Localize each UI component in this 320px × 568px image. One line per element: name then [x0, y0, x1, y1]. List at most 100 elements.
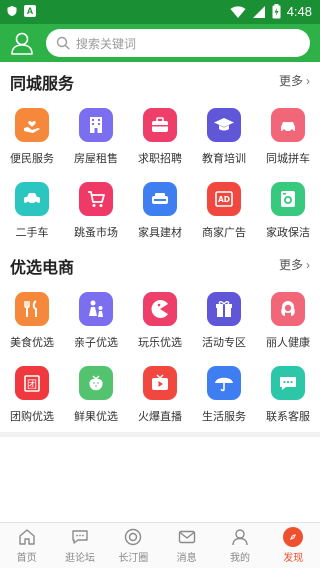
app-notification-icon: A — [24, 5, 36, 17]
more-link-local-services[interactable]: 更多 › — [279, 72, 310, 89]
tile-label: 联系客服 — [266, 411, 310, 423]
grid-item[interactable]: 便民服务 — [0, 100, 64, 174]
chat-bubble-icon — [280, 377, 296, 390]
grid-item[interactable]: 火爆直播 — [128, 358, 192, 432]
strawberry-icon — [89, 375, 103, 391]
mail-icon — [178, 530, 195, 544]
grid-item[interactable]: AD 商家广告 — [192, 174, 256, 248]
tile — [79, 292, 113, 326]
tile — [207, 108, 241, 142]
tile — [271, 108, 305, 142]
tile — [143, 108, 177, 142]
sofa-icon — [152, 193, 168, 204]
app-header: 搜索关键词 — [0, 24, 320, 62]
tile-label: 跳蚤市场 — [74, 227, 118, 239]
more-link-ecommerce[interactable]: 更多 › — [279, 256, 310, 273]
tile-label: 家具建材 — [138, 227, 182, 239]
tab-mail[interactable]: 消息 — [160, 523, 213, 568]
grid-item[interactable]: 家具建材 — [128, 174, 192, 248]
search-input[interactable]: 搜索关键词 — [46, 29, 310, 57]
tile — [15, 182, 49, 216]
tile-label: 团购优选 — [10, 411, 54, 423]
building-icon — [90, 117, 102, 133]
ad-icon: AD — [215, 191, 233, 207]
tab-label: 消息 — [176, 553, 197, 564]
tile — [271, 366, 305, 400]
tab-discover[interactable]: 发现 — [267, 523, 320, 568]
signal-icon — [252, 5, 265, 18]
tile-label: 求职招聘 — [138, 153, 182, 165]
tab-label: 我的 — [229, 553, 250, 564]
tile — [271, 292, 305, 326]
grid-item[interactable]: 生活服务 — [192, 358, 256, 432]
tile — [143, 366, 177, 400]
svg-text:AD: AD — [218, 195, 230, 204]
tile — [143, 182, 177, 216]
tile — [143, 292, 177, 326]
circle-icon — [125, 528, 142, 546]
tile-label: 美食优选 — [10, 337, 54, 349]
woman-icon — [281, 301, 295, 316]
grid-item[interactable]: 亲子优选 — [64, 284, 128, 358]
graduation-cap-icon — [214, 118, 234, 131]
grid-item[interactable]: 二手车 — [0, 174, 64, 248]
shield-icon — [7, 6, 17, 16]
tile-label: 火爆直播 — [138, 411, 182, 423]
tile-label: 同城拼车 — [266, 153, 310, 165]
used-car-icon — [24, 193, 40, 206]
tab-label: 长汀圈 — [118, 553, 149, 564]
tile: AD — [207, 182, 241, 216]
chevron-right-icon: › — [306, 73, 310, 88]
user-icon[interactable] — [8, 29, 36, 57]
grid-item[interactable]: 同城拼车 — [256, 100, 320, 174]
tile-label: 便民服务 — [10, 153, 54, 165]
tab-forum[interactable]: 逛论坛 — [53, 523, 106, 568]
ecommerce-grid: 美食优选 亲子优选 玩乐优选 活动专区 丽人健康团团购优选 鲜果优选 火爆直播 生活服务 联系客… — [0, 284, 320, 432]
section-divider — [0, 432, 320, 437]
battery-icon — [272, 4, 281, 19]
more-label: 更多 — [278, 258, 303, 272]
search-icon — [56, 36, 70, 50]
local-services-grid: 便民服务 房屋租售 求职招聘 教育培训 同城拼车二手车 跳蚤市场 家具建材 AD 商家广告 家政保… — [0, 100, 320, 248]
tile-label: 房屋租售 — [74, 153, 118, 165]
section-title-ecommerce: 优选电商 — [10, 260, 75, 277]
forum-icon — [72, 530, 88, 544]
grid-item[interactable]: 房屋租售 — [64, 100, 128, 174]
cutlery-icon — [24, 300, 37, 317]
tab-label: 逛论坛 — [64, 553, 95, 564]
status-left: A — [6, 5, 36, 17]
hand-heart-icon — [24, 121, 40, 133]
grid-item[interactable]: 家政保洁 — [256, 174, 320, 248]
home-icon — [18, 529, 35, 545]
grid-item[interactable]: 联系客服 — [256, 358, 320, 432]
tab-profile[interactable]: 我的 — [213, 523, 266, 568]
tile-label: 二手车 — [15, 227, 49, 239]
tile-label: 玩乐优选 — [138, 337, 182, 349]
grid-item[interactable]: 丽人健康 — [256, 284, 320, 358]
grid-item[interactable]: 团团购优选 — [0, 358, 64, 432]
tab-circle[interactable]: 长汀圈 — [107, 523, 160, 568]
tile — [15, 108, 49, 142]
grid-item[interactable]: 美食优选 — [0, 284, 64, 358]
tab-label: 发现 — [283, 553, 304, 564]
tile — [79, 366, 113, 400]
chevron-right-icon: › — [306, 257, 310, 272]
search-placeholder: 搜索关键词 — [76, 36, 137, 51]
grid-item[interactable]: 玩乐优选 — [128, 284, 192, 358]
cart-icon — [88, 191, 105, 207]
tile: 团 — [15, 366, 49, 400]
grid-item[interactable]: 鲜果优选 — [64, 358, 128, 432]
pacman-icon — [151, 300, 168, 318]
discover-icon — [283, 527, 304, 547]
grid-item[interactable]: 活动专区 — [192, 284, 256, 358]
grid-item[interactable]: 教育培训 — [192, 100, 256, 174]
tile-label: 亲子优选 — [74, 337, 118, 349]
tile — [271, 182, 305, 216]
tab-home[interactable]: 首页 — [0, 523, 53, 568]
tab-label: 首页 — [16, 553, 37, 564]
tile-label: 教育培训 — [202, 153, 246, 165]
grid-item[interactable]: 求职招聘 — [128, 100, 192, 174]
grid-item[interactable]: 跳蚤市场 — [64, 174, 128, 248]
tile-label: 生活服务 — [202, 411, 246, 423]
car-icon — [281, 122, 295, 133]
